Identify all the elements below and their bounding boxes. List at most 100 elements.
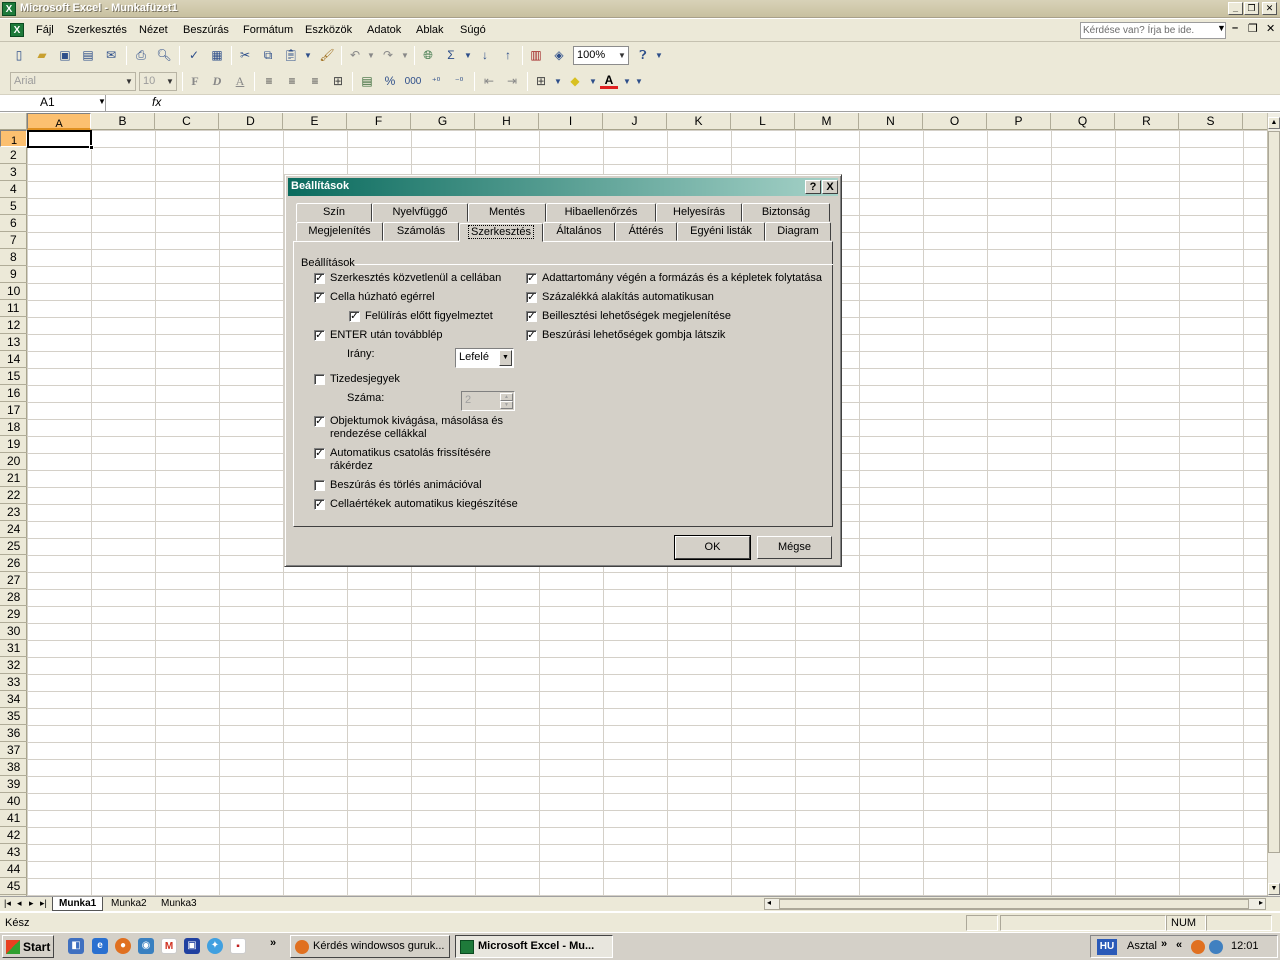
cancel-button[interactable]: Mégse	[757, 536, 832, 559]
borders-icon[interactable]: ⊞	[532, 73, 550, 90]
row-header-42[interactable]: 42	[0, 827, 27, 844]
tray-expand-icon[interactable]: «	[1176, 939, 1182, 951]
print-icon[interactable]: ⎙	[132, 47, 150, 64]
chk-fixed-decimal[interactable]: Tizedesjegyek	[314, 373, 514, 386]
help-question-input[interactable]: Kérdése van? Írja be ide.	[1080, 22, 1226, 39]
task-firefox[interactable]: Kérdés windowsos guruk...	[290, 935, 450, 958]
doc-close-icon[interactable]: ✕	[1266, 22, 1275, 35]
tab-atteres[interactable]: Áttérés	[615, 222, 677, 241]
column-header-d[interactable]: D	[219, 113, 283, 130]
italic-button[interactable]: D	[208, 73, 226, 90]
row-header-9[interactable]: 9	[0, 266, 27, 283]
firefox-icon[interactable]: ●	[115, 938, 131, 954]
hscroll-thumb[interactable]	[779, 899, 1249, 909]
document-icon[interactable]: ▪	[230, 938, 246, 954]
column-header-s[interactable]: S	[1179, 113, 1243, 130]
formula-input[interactable]	[166, 95, 1276, 111]
first-sheet-icon[interactable]: |◂	[4, 898, 11, 909]
chk-drag-drop[interactable]: ✓ Cella húzható egérrel	[314, 291, 514, 304]
zoom-dropdown-icon[interactable]: ▼	[616, 47, 628, 64]
tab-diagram[interactable]: Diagram	[765, 222, 831, 241]
font-color-icon[interactable]: A	[600, 73, 618, 89]
checkbox[interactable]: ✓	[314, 273, 325, 284]
row-header-13[interactable]: 13	[0, 334, 27, 351]
row-header-3[interactable]: 3	[0, 164, 27, 181]
checkbox[interactable]: ✓	[349, 311, 360, 322]
column-header-l[interactable]: L	[731, 113, 795, 130]
menu-data[interactable]: Adatok	[367, 24, 401, 36]
undo-dropdown-icon[interactable]: ▼	[362, 47, 380, 64]
row-header-33[interactable]: 33	[0, 674, 27, 691]
paste-dropdown-icon[interactable]: ▼	[299, 47, 317, 64]
print-preview-icon[interactable]: 🔍︎	[155, 47, 173, 64]
menu-file[interactable]: Fájl	[36, 24, 54, 36]
research-icon[interactable]: ▦	[208, 47, 226, 64]
redo-icon[interactable]: ↷	[379, 47, 397, 64]
row-header-25[interactable]: 25	[0, 538, 27, 555]
chk-move-after-enter[interactable]: ✓ ENTER után továbblép	[314, 329, 514, 342]
column-header-i[interactable]: I	[539, 113, 603, 130]
row-header-2[interactable]: 2	[0, 147, 27, 164]
column-header-a[interactable]: A	[27, 113, 91, 130]
row-header-10[interactable]: 10	[0, 283, 27, 300]
hyperlink-icon[interactable]: 🌐︎	[419, 47, 437, 64]
chk-animation[interactable]: Beszúrás és törlés animációval	[314, 479, 514, 492]
clock[interactable]: 12:01	[1231, 940, 1259, 952]
row-header-5[interactable]: 5	[0, 198, 27, 215]
chk-auto-percent[interactable]: ✓ Százalékká alakítás automatikusan	[526, 291, 826, 304]
menu-edit[interactable]: Szerkesztés	[67, 24, 127, 36]
menu-help[interactable]: Súgó	[460, 24, 486, 36]
scroll-thumb[interactable]	[1268, 131, 1280, 853]
row-header-28[interactable]: 28	[0, 589, 27, 606]
spelling-icon[interactable]: ✓	[185, 47, 203, 64]
permission-icon[interactable]: ▤	[79, 47, 97, 64]
tab-szerkesztes[interactable]: Szerkesztés	[459, 223, 543, 242]
row-header-18[interactable]: 18	[0, 419, 27, 436]
font-dropdown-icon[interactable]: ▼	[123, 73, 135, 90]
insert-function-icon[interactable]: fx	[152, 95, 161, 109]
chk-alert-overwrite[interactable]: ✓ Felülírás előtt figyelmeztet	[349, 310, 529, 323]
scroll-up-icon[interactable]: ▲	[1268, 117, 1280, 129]
row-header-29[interactable]: 29	[0, 606, 27, 623]
chk-paste-options[interactable]: ✓ Beillesztési lehetőségek megjelenítése	[526, 310, 826, 323]
column-header-o[interactable]: O	[923, 113, 987, 130]
scroll-down-icon[interactable]: ▼	[1268, 883, 1280, 895]
percent-button[interactable]: %	[381, 73, 399, 90]
row-header-39[interactable]: 39	[0, 776, 27, 793]
tray-app-icon[interactable]	[1191, 940, 1205, 954]
network-icon[interactable]: ✦	[207, 938, 223, 954]
row-header-8[interactable]: 8	[0, 249, 27, 266]
underline-button[interactable]: A	[231, 73, 249, 90]
horizontal-scrollbar[interactable]: ◂ ▸	[764, 898, 1266, 910]
task-excel[interactable]: Microsoft Excel - Mu...	[455, 935, 613, 958]
row-header-35[interactable]: 35	[0, 708, 27, 725]
decrease-decimal-icon[interactable]: ⁻⁰	[450, 73, 468, 90]
checkbox[interactable]: ✓	[314, 330, 325, 341]
tab-mentes[interactable]: Mentés	[468, 203, 546, 222]
direction-select[interactable]: Lefelé ▼	[455, 348, 514, 368]
messenger-icon[interactable]: ◉	[138, 938, 154, 954]
align-left-icon[interactable]: ≡	[260, 73, 278, 90]
row-header-43[interactable]: 43	[0, 844, 27, 861]
column-header-h[interactable]: H	[475, 113, 539, 130]
doc-restore-icon[interactable]: ❐	[1248, 22, 1258, 35]
row-header-37[interactable]: 37	[0, 742, 27, 759]
row-header-41[interactable]: 41	[0, 810, 27, 827]
scroll-right-icon[interactable]: ▸	[1259, 898, 1263, 907]
sheet-tab-munka1[interactable]: Munka1	[52, 897, 104, 911]
tab-megjelenites[interactable]: Megjelenítés	[296, 222, 383, 241]
autosum-icon[interactable]: Σ	[442, 47, 460, 64]
row-header-16[interactable]: 16	[0, 385, 27, 402]
sort-ascending-icon[interactable]: ↓	[476, 47, 494, 64]
row-header-19[interactable]: 19	[0, 436, 27, 453]
ok-button[interactable]: OK	[674, 535, 751, 560]
checkbox[interactable]: ✓	[526, 273, 537, 284]
chk-ask-update-links[interactable]: ✓ Automatikus csatolás frissítésére rákér…	[314, 447, 514, 473]
tab-szamolas[interactable]: Számolás	[383, 222, 459, 241]
row-header-17[interactable]: 17	[0, 402, 27, 419]
toolbar-options-icon-2[interactable]: ▼	[634, 73, 644, 90]
row-header-36[interactable]: 36	[0, 725, 27, 742]
row-header-11[interactable]: 11	[0, 300, 27, 317]
thousands-button[interactable]: 000	[404, 73, 422, 90]
fill-handle[interactable]	[89, 145, 94, 150]
